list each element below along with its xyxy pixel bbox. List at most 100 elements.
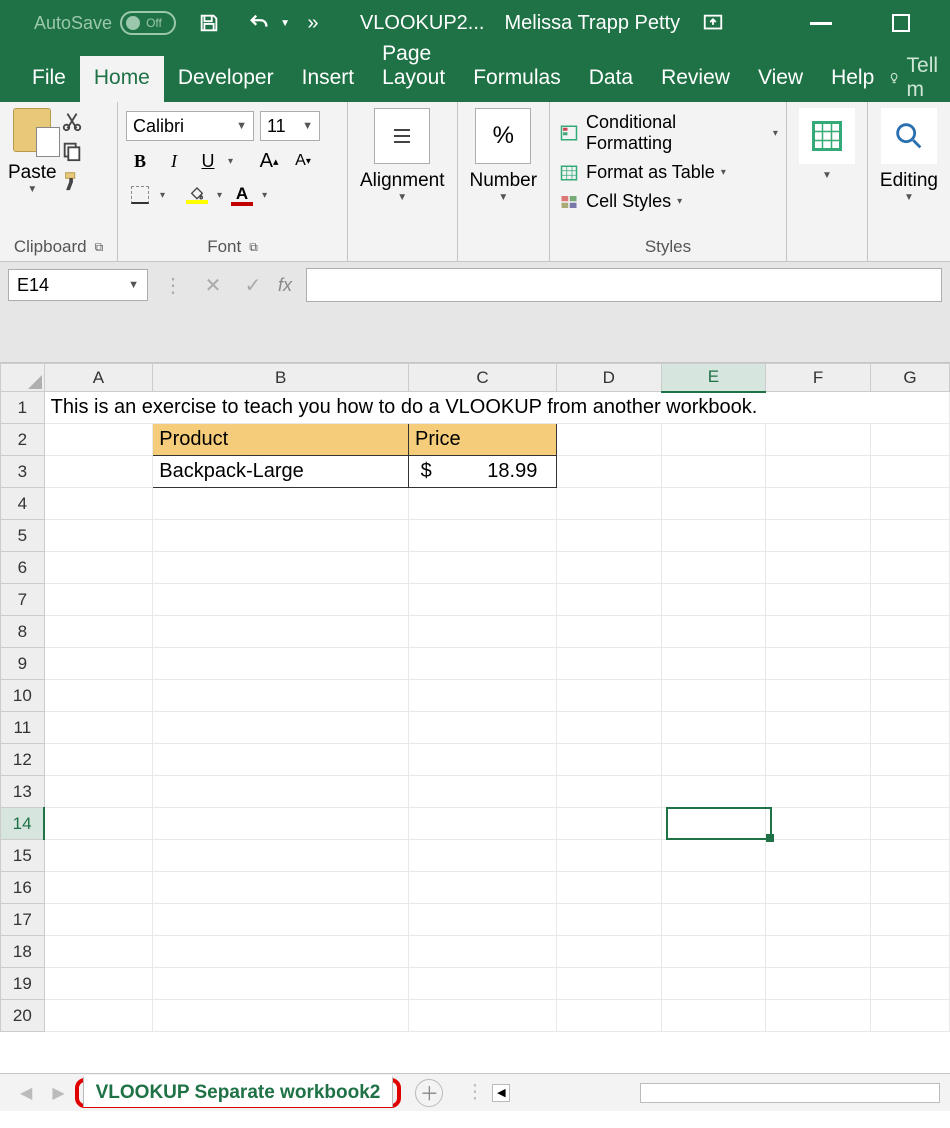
cell-G3[interactable] bbox=[870, 456, 949, 488]
paste-button[interactable]: Paste ▼ bbox=[8, 108, 57, 195]
col-header-G[interactable]: G bbox=[870, 364, 949, 392]
cell[interactable] bbox=[870, 520, 949, 552]
cell-E3[interactable] bbox=[661, 456, 766, 488]
format-as-table-button[interactable]: Format as Table ▾ bbox=[558, 162, 778, 183]
borders-button[interactable] bbox=[126, 181, 154, 209]
hscroll-left-icon[interactable]: ◀ bbox=[492, 1084, 510, 1102]
cell[interactable] bbox=[409, 616, 557, 648]
row-header-4[interactable]: 4 bbox=[1, 488, 45, 520]
cell[interactable] bbox=[153, 520, 409, 552]
cell[interactable] bbox=[556, 552, 661, 584]
col-header-D[interactable]: D bbox=[556, 364, 661, 392]
tell-me[interactable]: Tell m bbox=[888, 54, 950, 102]
cell[interactable] bbox=[766, 936, 871, 968]
cell[interactable] bbox=[766, 680, 871, 712]
cell-D3[interactable] bbox=[556, 456, 661, 488]
cell[interactable] bbox=[870, 648, 949, 680]
underline-button[interactable]: U bbox=[194, 147, 222, 175]
cell[interactable] bbox=[766, 616, 871, 648]
col-header-C[interactable]: C bbox=[409, 364, 557, 392]
autosave-switch[interactable]: Off bbox=[120, 11, 176, 35]
cancel-formula-icon[interactable]: ✕ bbox=[198, 270, 228, 300]
row-header-3[interactable]: 3 bbox=[1, 456, 45, 488]
tab-home[interactable]: Home bbox=[80, 56, 164, 102]
cell[interactable] bbox=[409, 520, 557, 552]
row-header-15[interactable]: 15 bbox=[1, 840, 45, 872]
cell[interactable] bbox=[153, 840, 409, 872]
cell[interactable] bbox=[870, 776, 949, 808]
cell[interactable] bbox=[870, 840, 949, 872]
cell-A3[interactable] bbox=[44, 456, 153, 488]
cell[interactable] bbox=[661, 520, 766, 552]
cell[interactable] bbox=[153, 584, 409, 616]
col-header-E[interactable]: E bbox=[661, 364, 766, 392]
editing-caret[interactable]: ▼ bbox=[904, 192, 914, 203]
cell[interactable] bbox=[766, 744, 871, 776]
cell[interactable] bbox=[766, 840, 871, 872]
row-header-13[interactable]: 13 bbox=[1, 776, 45, 808]
cell-D2[interactable] bbox=[556, 424, 661, 456]
conditional-formatting-button[interactable]: Conditional Formatting ▾ bbox=[558, 112, 778, 154]
cell[interactable] bbox=[556, 1000, 661, 1032]
cell[interactable] bbox=[409, 840, 557, 872]
cell[interactable] bbox=[766, 552, 871, 584]
tab-developer[interactable]: Developer bbox=[164, 56, 288, 102]
row-header-20[interactable]: 20 bbox=[1, 1000, 45, 1032]
cell[interactable] bbox=[409, 968, 557, 1000]
cell[interactable] bbox=[766, 904, 871, 936]
cell-F2[interactable] bbox=[766, 424, 871, 456]
cell[interactable] bbox=[44, 936, 153, 968]
row-header-2[interactable]: 2 bbox=[1, 424, 45, 456]
tab-view[interactable]: View bbox=[744, 56, 817, 102]
cell[interactable] bbox=[870, 808, 949, 840]
row-header-7[interactable]: 7 bbox=[1, 584, 45, 616]
cell[interactable] bbox=[44, 872, 153, 904]
cell-E2[interactable] bbox=[661, 424, 766, 456]
cell[interactable] bbox=[409, 712, 557, 744]
cell[interactable] bbox=[44, 840, 153, 872]
cell[interactable] bbox=[766, 712, 871, 744]
cell[interactable] bbox=[870, 680, 949, 712]
cell[interactable] bbox=[556, 904, 661, 936]
cell[interactable] bbox=[153, 488, 409, 520]
cell[interactable] bbox=[153, 968, 409, 1000]
cell[interactable] bbox=[870, 744, 949, 776]
cell[interactable] bbox=[153, 776, 409, 808]
cell[interactable] bbox=[409, 744, 557, 776]
cell[interactable] bbox=[556, 520, 661, 552]
cell[interactable] bbox=[153, 680, 409, 712]
number-caret[interactable]: ▼ bbox=[498, 192, 508, 203]
cell[interactable] bbox=[409, 648, 557, 680]
cell[interactable] bbox=[870, 968, 949, 1000]
cell[interactable] bbox=[661, 904, 766, 936]
cell[interactable] bbox=[153, 744, 409, 776]
cell[interactable] bbox=[556, 808, 661, 840]
cell[interactable] bbox=[766, 488, 871, 520]
cell[interactable] bbox=[556, 488, 661, 520]
cell[interactable] bbox=[661, 776, 766, 808]
cell[interactable] bbox=[661, 872, 766, 904]
name-box[interactable]: E14▼ bbox=[8, 269, 148, 301]
save-icon[interactable] bbox=[196, 10, 222, 36]
cell[interactable] bbox=[409, 776, 557, 808]
cell-A2[interactable] bbox=[44, 424, 153, 456]
cell[interactable] bbox=[766, 1000, 871, 1032]
alignment-caret[interactable]: ▼ bbox=[397, 192, 407, 203]
row-header-6[interactable]: 6 bbox=[1, 552, 45, 584]
cell[interactable] bbox=[661, 1000, 766, 1032]
cell[interactable] bbox=[409, 872, 557, 904]
cell[interactable] bbox=[153, 1000, 409, 1032]
cell[interactable] bbox=[556, 712, 661, 744]
cell[interactable] bbox=[44, 616, 153, 648]
tab-page-layout[interactable]: Page Layout bbox=[368, 32, 459, 102]
format-painter-icon[interactable] bbox=[61, 170, 83, 192]
cell[interactable] bbox=[153, 552, 409, 584]
cell[interactable] bbox=[556, 872, 661, 904]
row-header-10[interactable]: 10 bbox=[1, 680, 45, 712]
row-header-18[interactable]: 18 bbox=[1, 936, 45, 968]
cells-caret[interactable]: ▼ bbox=[822, 170, 832, 181]
row-header-8[interactable]: 8 bbox=[1, 616, 45, 648]
cell[interactable] bbox=[556, 680, 661, 712]
cell[interactable] bbox=[870, 616, 949, 648]
cell[interactable] bbox=[44, 712, 153, 744]
